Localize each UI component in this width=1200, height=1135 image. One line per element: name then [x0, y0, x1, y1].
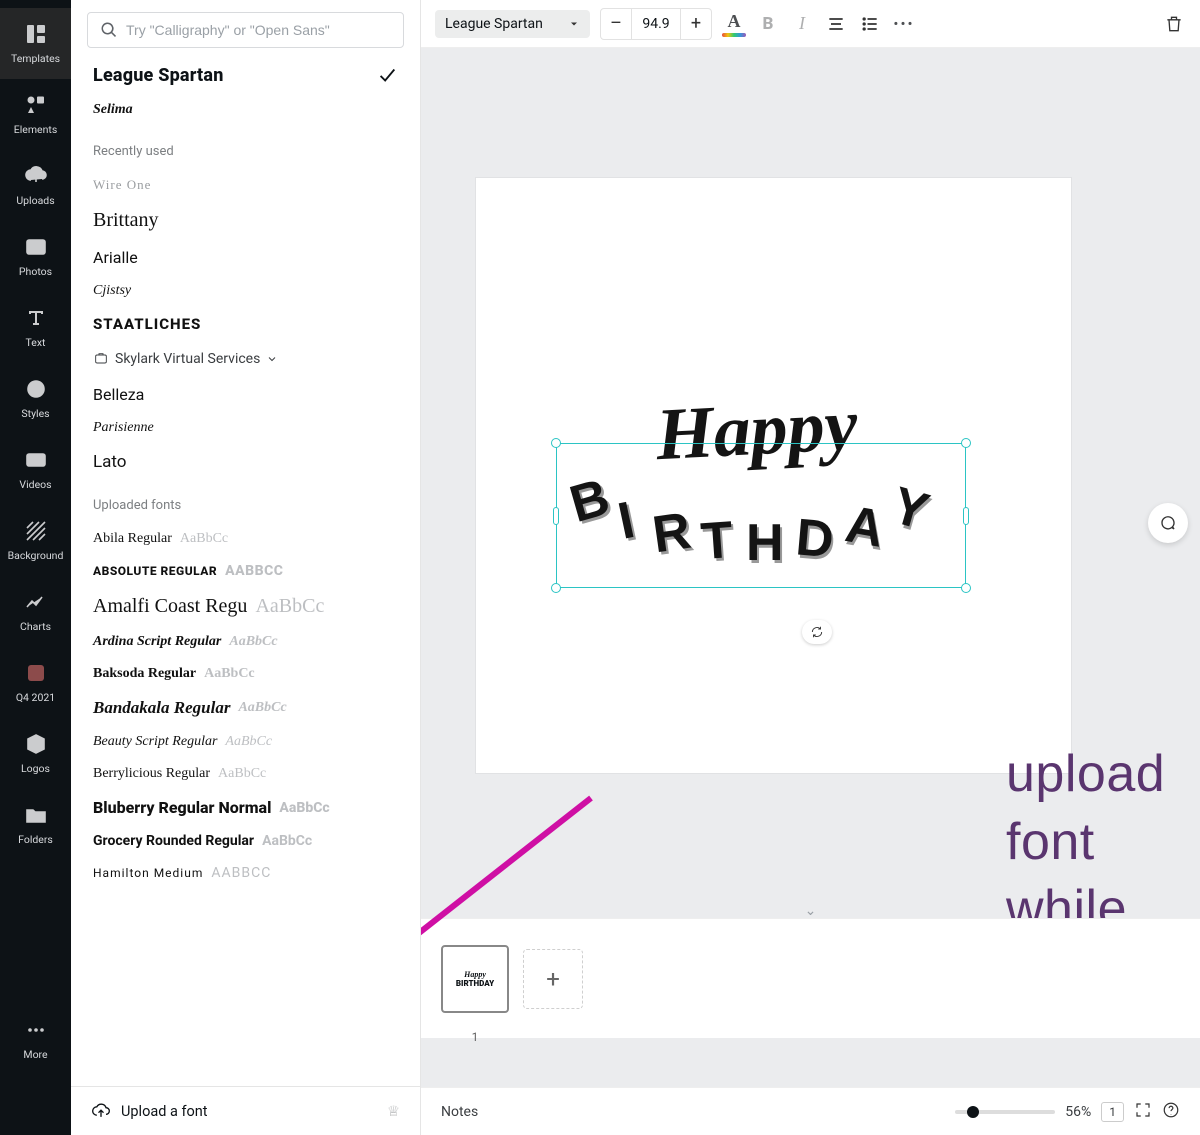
section-uploaded: Uploaded fonts — [93, 480, 398, 523]
italic-button[interactable]: I — [790, 12, 814, 36]
comment-fab[interactable] — [1148, 503, 1188, 543]
check-icon — [376, 64, 398, 86]
nav-q4[interactable]: Q4 2021 — [0, 647, 71, 718]
font-u5[interactable]: Bandakala RegularAaBbCc — [93, 690, 398, 726]
search-input[interactable] — [126, 22, 391, 38]
font-dropdown[interactable]: League Spartan — [435, 10, 590, 38]
nav-folders[interactable]: Folders — [0, 789, 71, 860]
handle-bl[interactable] — [551, 583, 561, 593]
page-number: 1 — [472, 1030, 479, 1044]
handle-tl[interactable] — [551, 438, 561, 448]
font-lato[interactable]: Lato — [93, 444, 398, 480]
font-wireone[interactable]: Wire One — [93, 169, 398, 201]
size-value[interactable]: 94.9 — [631, 9, 681, 39]
selection-box[interactable] — [556, 443, 966, 588]
handle-mr[interactable] — [963, 507, 969, 525]
font-u3[interactable]: Ardina Script RegularAaBbCc — [93, 626, 398, 658]
font-u7[interactable]: Berrylicious RegularAaBbCc — [93, 758, 398, 790]
handle-tr[interactable] — [961, 438, 971, 448]
nav-background[interactable]: Background — [0, 505, 71, 576]
font-search[interactable] — [87, 12, 404, 48]
add-page-button[interactable]: + — [523, 949, 583, 1009]
rotate-handle[interactable] — [802, 620, 832, 644]
nav-photos[interactable]: Photos — [0, 221, 71, 292]
nav-more[interactable]: More — [0, 1004, 71, 1075]
chevron-down-icon — [266, 353, 278, 365]
nav-uploads[interactable]: Uploads — [0, 150, 71, 221]
font-u4[interactable]: Baksoda RegularAaBbCc — [93, 658, 398, 690]
selected-font[interactable]: League Spartan — [93, 65, 224, 86]
font-size-group: – 94.9 + — [600, 8, 712, 40]
size-minus[interactable]: – — [601, 13, 631, 34]
nav-charts[interactable]: Charts — [0, 576, 71, 647]
page-thumb-1[interactable]: Happy BIRTHDAY — [441, 945, 509, 1013]
handle-br[interactable] — [961, 583, 971, 593]
delete-button[interactable] — [1162, 12, 1186, 36]
align-button[interactable] — [824, 12, 848, 36]
chevron-down-icon — [568, 18, 580, 30]
font-list[interactable]: Selima Recently used Wire One Brittany A… — [71, 94, 420, 1086]
font-u9[interactable]: Grocery Rounded RegularAaBbCc — [93, 825, 398, 857]
brand-kit-row[interactable]: Skylark Virtual Services — [93, 341, 398, 377]
fullscreen-button[interactable] — [1134, 1101, 1152, 1123]
font-cjistsy[interactable]: Cjistsy — [93, 275, 398, 307]
collapse-pages-bar[interactable]: ⌄ — [421, 903, 1200, 919]
nav-logos[interactable]: Logos — [0, 718, 71, 789]
upload-icon — [91, 1101, 111, 1121]
font-u2[interactable]: Amalfi Coast ReguAaBbCc — [93, 587, 398, 626]
font-u6[interactable]: Beauty Script RegularAaBbCc — [93, 726, 398, 758]
notes-button[interactable]: Notes — [441, 1104, 478, 1120]
zoom-percent[interactable]: 56% — [1065, 1104, 1091, 1120]
bottom-bar: Notes 56% 1 — [421, 1087, 1200, 1135]
nav-elements[interactable]: Elements — [0, 79, 71, 150]
handle-ml[interactable] — [553, 507, 559, 525]
more-button[interactable]: ••• — [892, 12, 916, 36]
font-u1[interactable]: ABSOLUTE REGULARAABBCC — [93, 555, 398, 587]
font-brittany[interactable]: Brittany — [93, 201, 398, 240]
font-belleza[interactable]: Belleza — [93, 377, 398, 412]
editor-main: League Spartan – 94.9 + A B I ••• Happy — [421, 0, 1200, 1135]
nav-text[interactable]: Text — [0, 292, 71, 363]
font-u8[interactable]: Bluberry Regular NormalAaBbCc — [93, 790, 398, 825]
pages-row: Happy BIRTHDAY 1 + — [421, 918, 1200, 1038]
help-button[interactable] — [1162, 1101, 1180, 1123]
font-u10[interactable]: Hamilton MediumAABBCC — [93, 857, 398, 889]
canvas[interactable]: Happy B I R T H D A Y — [476, 178, 1071, 773]
search-icon — [100, 21, 118, 39]
text-color-button[interactable]: A — [722, 12, 746, 36]
font-u0[interactable]: Abila RegularAaBbCc — [93, 523, 398, 555]
font-selima[interactable]: Selima — [93, 94, 398, 126]
brand-icon — [93, 351, 109, 367]
font-panel: League Spartan Selima Recently used Wire… — [71, 0, 421, 1135]
nav-videos[interactable]: Videos — [0, 434, 71, 505]
bold-button[interactable]: B — [756, 12, 780, 36]
nav-styles[interactable]: Styles — [0, 363, 71, 434]
font-arialle[interactable]: Arialle — [93, 240, 398, 275]
zoom-slider[interactable] — [955, 1110, 1055, 1114]
size-plus[interactable]: + — [681, 13, 711, 34]
section-recent: Recently used — [93, 126, 398, 169]
page-indicator[interactable]: 1 — [1101, 1102, 1124, 1122]
list-button[interactable] — [858, 12, 882, 36]
nav-templates[interactable]: Templates — [0, 8, 71, 79]
toolbar: League Spartan – 94.9 + A B I ••• — [421, 0, 1200, 48]
canvas-area[interactable]: Happy B I R T H D A Y — [421, 48, 1200, 1135]
letter-A-icon: A — [728, 11, 741, 32]
font-parisienne[interactable]: Parisienne — [93, 412, 398, 444]
upload-font-button[interactable]: Upload a font ♕ — [71, 1086, 420, 1135]
left-nav: Templates Elements Uploads Photos Text S… — [0, 0, 71, 1135]
font-staatliches[interactable]: STAATLICHES — [93, 307, 398, 341]
crown-icon: ♕ — [387, 1103, 400, 1120]
